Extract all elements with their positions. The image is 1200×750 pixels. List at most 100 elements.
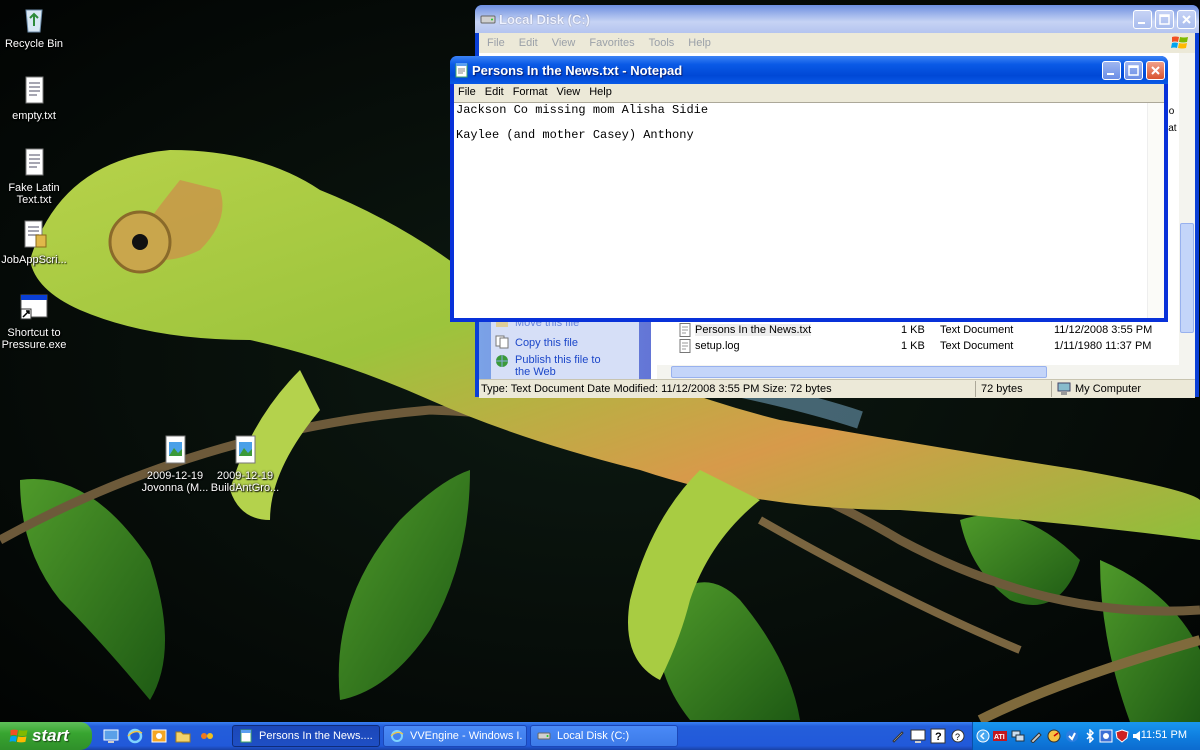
desktop-icon-empty-txt[interactable]: empty.txt bbox=[0, 74, 71, 122]
notepad-minimize-button[interactable] bbox=[1102, 61, 1121, 80]
notepad-vertical-scrollbar[interactable] bbox=[1147, 103, 1164, 318]
explorer-menubar: File Edit View Favorites Tools Help bbox=[479, 33, 1195, 53]
file-row[interactable]: Persons In the News.txt 1 KB Text Docume… bbox=[677, 323, 1177, 338]
explorer-title: Local Disk (C:) bbox=[499, 12, 591, 27]
file-size: 1 KB bbox=[901, 340, 925, 352]
taskbar: start Persons In the News.... VVEngine -… bbox=[0, 722, 1200, 750]
menu-help[interactable]: Help bbox=[589, 86, 612, 98]
start-button[interactable]: start bbox=[0, 722, 92, 750]
ati-icon[interactable]: ATI bbox=[993, 729, 1007, 743]
desktop-icon-label: Recycle Bin bbox=[4, 38, 64, 50]
explorer-close-button[interactable] bbox=[1177, 10, 1196, 29]
taskbar-button-vvengine[interactable]: VVEngine - Windows I... bbox=[383, 725, 527, 747]
image-file-icon bbox=[235, 435, 256, 464]
internet-explorer-icon[interactable] bbox=[126, 727, 144, 745]
tool-icon[interactable] bbox=[1029, 729, 1043, 743]
script-file-icon bbox=[24, 220, 47, 248]
chevron-left-icon[interactable] bbox=[976, 729, 990, 743]
svg-text:?: ? bbox=[935, 731, 942, 743]
show-desktop-icon[interactable] bbox=[102, 727, 120, 745]
file-modified: 1/11/1980 11:37 PM bbox=[1054, 340, 1152, 352]
notepad-text-area[interactable]: Jackson Co missing mom Alisha Sidie Kayl… bbox=[454, 102, 1164, 318]
explorer-minimize-button[interactable] bbox=[1133, 10, 1152, 29]
minimize-icon bbox=[1107, 73, 1114, 75]
folder-icon[interactable] bbox=[174, 727, 192, 745]
text-line: Jackson Co missing mom Alisha Sidie bbox=[456, 103, 709, 117]
bluetooth-icon[interactable] bbox=[1083, 729, 1097, 743]
file-modified: 11/12/2008 3:55 PM bbox=[1054, 324, 1153, 336]
task-publish-web[interactable]: Publish this file to the Web bbox=[495, 354, 605, 378]
pen-tool-icon[interactable] bbox=[890, 728, 906, 744]
taskbar-button-label: VVEngine - Windows I... bbox=[410, 730, 522, 742]
vertical-scroll-thumb[interactable] bbox=[1180, 223, 1194, 333]
globe-icon bbox=[496, 355, 508, 367]
shield-icon[interactable] bbox=[1115, 729, 1129, 743]
file-tasks-pane: Move this file Copy this file Publish th… bbox=[479, 317, 651, 379]
start-label: start bbox=[32, 726, 69, 745]
task-label: Copy this file bbox=[515, 337, 578, 349]
maximize-icon bbox=[1128, 65, 1139, 76]
shortcut-icon bbox=[20, 294, 48, 320]
desktop-icon-label: 2009-12-19 BuildAntGro... bbox=[210, 470, 280, 494]
desktop-icon-fake-latin[interactable]: Fake Latin Text.txt bbox=[0, 146, 71, 206]
menu-edit[interactable]: Edit bbox=[485, 86, 504, 98]
notepad-maximize-button[interactable] bbox=[1124, 61, 1143, 80]
antivirus-icon[interactable] bbox=[1065, 729, 1079, 743]
text-file-icon bbox=[25, 148, 44, 176]
menu-tools[interactable]: Tools bbox=[649, 37, 675, 49]
monitor-icon[interactable] bbox=[910, 728, 926, 744]
vertical-scrollbar[interactable] bbox=[1179, 53, 1195, 379]
taskbar-button-local-disk[interactable]: Local Disk (C:) bbox=[530, 725, 678, 747]
notepad-icon bbox=[240, 729, 252, 743]
file-type: Text Document bbox=[940, 324, 1014, 336]
internet-explorer-icon bbox=[390, 730, 404, 742]
desktop-icon-jobappscript[interactable]: JobAppScri... bbox=[0, 218, 71, 266]
help-balloon-icon[interactable]: ? bbox=[950, 728, 966, 744]
file-name: Persons In the News.txt bbox=[695, 324, 812, 336]
notepad-menubar: File Edit Format View Help bbox=[454, 84, 1164, 102]
desktop-icon-jovonna-image[interactable]: 2009-12-19 Jovonna (M... bbox=[138, 434, 212, 494]
media-player-icon[interactable] bbox=[198, 727, 216, 745]
menu-file[interactable]: File bbox=[458, 86, 476, 98]
help-icon[interactable]: ? bbox=[930, 728, 946, 744]
task-copy-file[interactable]: Copy this file bbox=[495, 335, 578, 349]
status-info: Type: Text Document Date Modified: 11/12… bbox=[481, 383, 832, 395]
menu-format[interactable]: Format bbox=[513, 86, 548, 98]
image-file-icon bbox=[165, 435, 186, 464]
desktop-icon-recycle-bin[interactable]: Recycle Bin bbox=[0, 2, 71, 50]
outlook-icon[interactable] bbox=[150, 727, 168, 745]
explorer-titlebar[interactable]: Local Disk (C:) bbox=[475, 5, 1199, 33]
notepad-body: File Edit Format View Help Jackson Co missin… bbox=[454, 84, 1164, 318]
notepad-close-button[interactable] bbox=[1146, 61, 1165, 80]
desktop-icon-buildantgro-image[interactable]: 2009-12-19 BuildAntGro... bbox=[208, 434, 282, 494]
menu-view[interactable]: View bbox=[552, 37, 576, 49]
menu-file[interactable]: File bbox=[487, 37, 505, 49]
explorer-maximize-button[interactable] bbox=[1155, 10, 1174, 29]
clock[interactable]: 11:51 PM bbox=[1141, 729, 1187, 741]
file-name: setup.log bbox=[695, 340, 740, 352]
drive-icon bbox=[537, 732, 551, 740]
maximize-icon bbox=[1159, 14, 1170, 25]
notepad-title: Persons In the News.txt - Notepad bbox=[472, 63, 683, 78]
file-row[interactable]: setup.log 1 KB Text Document 1/11/1980 1… bbox=[677, 339, 1177, 354]
file-list: Persons In the News.txt 1 KB Text Docume… bbox=[677, 319, 1181, 363]
desktop-icon-label: 2009-12-19 Jovonna (M... bbox=[141, 470, 209, 494]
menu-view[interactable]: View bbox=[557, 86, 581, 98]
close-icon bbox=[1182, 15, 1191, 24]
horizontal-scrollbar[interactable] bbox=[657, 365, 1181, 379]
text-file-icon bbox=[679, 323, 691, 337]
svg-text:?: ? bbox=[955, 732, 960, 742]
settings-icon[interactable] bbox=[1099, 729, 1113, 743]
notepad-titlebar[interactable]: Persons In the News.txt - Notepad bbox=[450, 56, 1168, 84]
network-icon[interactable] bbox=[1011, 729, 1025, 743]
desktop-icon-pressure-shortcut[interactable]: Shortcut to Pressure.exe bbox=[0, 291, 71, 351]
taskbar-button-notepad[interactable]: Persons In the News.... bbox=[232, 725, 380, 747]
menu-edit[interactable]: Edit bbox=[519, 37, 538, 49]
notepad-window[interactable]: Persons In the News.txt - Notepad File Ed… bbox=[450, 56, 1168, 322]
gauge-icon[interactable] bbox=[1047, 729, 1061, 743]
horizontal-scroll-thumb[interactable] bbox=[671, 366, 1047, 378]
taskbar-button-label: Persons In the News.... bbox=[259, 730, 373, 742]
menu-favorites[interactable]: Favorites bbox=[589, 37, 634, 49]
quick-launch bbox=[102, 727, 219, 745]
menu-help[interactable]: Help bbox=[688, 37, 711, 49]
